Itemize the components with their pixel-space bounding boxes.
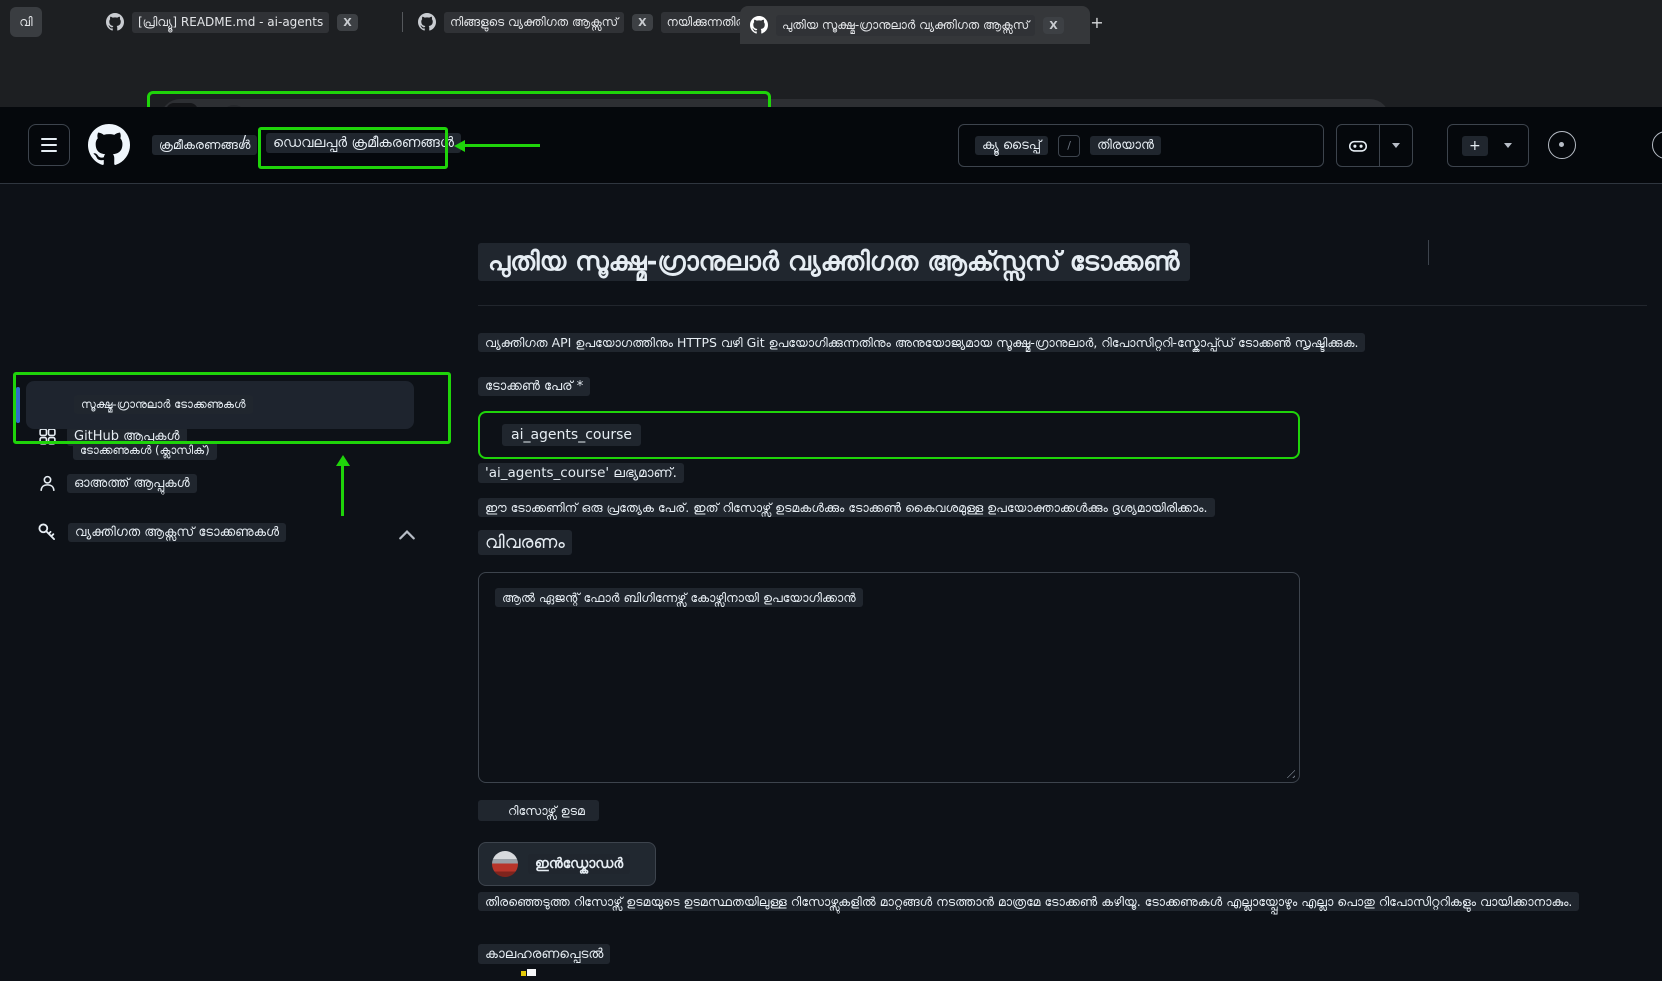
- annotation-arrow-breadcrumb: [454, 140, 465, 152]
- expiration-control-fragment: [521, 971, 526, 976]
- header-divider: [1428, 240, 1429, 265]
- token-name-label: ടോക്കൺ പേര് *: [478, 379, 590, 394]
- key-icon: [36, 521, 58, 543]
- breadcrumb-separator: /: [241, 132, 246, 150]
- token-name-input[interactable]: ai_agents_course: [478, 411, 1300, 459]
- token-name-help: ഈ ടോക്കണിന് ഒരു പ്രത്യേക പേര്. ഇത് റിസോഴ…: [478, 500, 1215, 516]
- sidebar-item-oauth-apps[interactable]: ഓഅത്ത് ആപ്പുകൾ: [38, 474, 197, 493]
- tab-title: [പ്രിവ്യൂ] README.md - ai-agents: [132, 12, 329, 33]
- sidebar-item-label: ഓഅത്ത് ആപ്പുകൾ: [67, 474, 197, 493]
- browser-profile-button[interactable]: വി: [10, 7, 42, 37]
- description-textarea[interactable]: ആൽ ഏജന്റ് ഫോർ ബിഗിന്നേഴ്സ് കോഴ്സിനായി ഉപ…: [478, 572, 1300, 783]
- tab-close-icon[interactable]: X: [632, 14, 652, 31]
- github-favicon: [418, 13, 436, 31]
- tab-close-icon[interactable]: X: [337, 14, 357, 31]
- annotation-sidebar-box: [13, 372, 451, 444]
- slash-keycap: /: [1058, 135, 1080, 157]
- create-new-button[interactable]: +: [1447, 124, 1529, 167]
- expiration-control-fragment: [527, 969, 536, 976]
- copilot-robot-icon[interactable]: [1337, 135, 1379, 157]
- page-title: പുതിയ സൂക്ഷ്മ-ഗ്രാനുലാർ വ്യക്തിഗത ആക്സ്സ…: [478, 247, 1190, 278]
- resource-owner-help: തിരഞ്ഞെടുത്ത റിസോഴ്സ് ഉടമയുടെ ഉടമസ്ഥതയില…: [478, 894, 1579, 910]
- sidebar-item-label: വ്യക്തിഗത ആക്സസ് ടോക്കണുകൾ: [68, 523, 286, 542]
- github-favicon: [750, 16, 768, 34]
- issue-circle-icon[interactable]: [1548, 131, 1576, 159]
- github-header: ക്രമീകരണങ്ങൾ / ഡെവലപ്പർ ക്രമീകരണങ്ങൾ ക്യ…: [0, 107, 1662, 184]
- browser-tab-pat-settings[interactable]: നിങ്ങളുടെ വ്യക്തിഗത ആക്സസ് X നയിക്കുന്നത…: [408, 5, 754, 39]
- new-tab-button[interactable]: +: [1085, 10, 1109, 34]
- plus-icon[interactable]: +: [1462, 136, 1488, 156]
- github-logo-icon[interactable]: [88, 124, 130, 166]
- resize-grip-icon[interactable]: [1283, 766, 1295, 778]
- chevron-up-icon[interactable]: [398, 528, 416, 542]
- tab-divider: [402, 12, 403, 32]
- description-label: വിവരണം: [478, 532, 572, 553]
- settings-sidebar: GitHub ആപ്പുകൾ ഓഅത്ത് ആപ്പുകൾ വ്യക്തിഗത …: [0, 183, 470, 981]
- title-divider: [478, 305, 1647, 306]
- search-placeholder-1: ക്യൂ ടൈപ്പ്: [975, 136, 1048, 155]
- form-intro-text: വ്യക്തിഗത API ഉപയോഗത്തിനും HTTPS വഴി Git…: [478, 335, 1365, 351]
- tab-close-icon[interactable]: X: [1043, 17, 1063, 34]
- search-input[interactable]: ക്യൂ ടൈപ്പ് / തിരയാൻ: [958, 124, 1324, 167]
- sidebar-item-personal-access-tokens[interactable]: വ്യക്തിഗത ആക്സസ് ടോക്കണുകൾ: [36, 521, 286, 543]
- person-icon: [38, 474, 57, 493]
- tab-title: പുതിയ സൂക്ഷ്മ-ഗ്രാനുലാർ വ്യക്തിഗത ആക്സസ്: [776, 15, 1035, 36]
- resource-owner-dropdown[interactable]: ഇൻഡ്കോഡർ: [478, 842, 656, 886]
- resource-owner-value: ഇൻഡ്കോഡർ: [528, 854, 630, 874]
- expiration-label: കാലഹരണപ്പെടൽ: [478, 946, 610, 962]
- avatar-partial-icon[interactable]: [1652, 131, 1662, 159]
- browser-toolbar: Ô https://github.com/settings/personal-a…: [0, 44, 1662, 107]
- browser-tab-readme[interactable]: [പ്രിവ്യൂ] README.md - ai-agents X: [96, 5, 420, 39]
- copilot-menu-button[interactable]: [1336, 124, 1413, 167]
- search-placeholder-2: തിരയാൻ: [1090, 136, 1161, 155]
- github-favicon: [106, 13, 124, 31]
- chevron-down-icon[interactable]: [1488, 143, 1528, 148]
- hamburger-menu-icon[interactable]: [28, 124, 70, 166]
- chevron-down-icon[interactable]: [1380, 143, 1412, 148]
- token-name-availability: 'ai_agents_course' ലഭ്യമാണ്.: [478, 465, 684, 481]
- annotation-breadcrumb-box: [258, 127, 448, 169]
- avatar: [492, 851, 518, 877]
- resource-owner-label: റിസോഴ്സ് ഉടമ: [478, 803, 599, 819]
- tab-title: നിങ്ങളുടെ വ്യക്തിഗത ആക്സസ്: [444, 12, 624, 33]
- token-name-value: ai_agents_course: [502, 424, 641, 446]
- browser-tab-new-token-active[interactable]: പുതിയ സൂക്ഷ്മ-ഗ്രാനുലാർ വ്യക്തിഗത ആക്സസ്…: [740, 6, 1090, 44]
- browser-tab-strip: വി [പ്രിവ്യൂ] README.md - ai-agents X നി…: [0, 0, 1662, 44]
- description-value: ആൽ ഏജന്റ് ഫോർ ബിഗിന്നേഴ്സ് കോഴ്സിനായി ഉപ…: [495, 588, 863, 607]
